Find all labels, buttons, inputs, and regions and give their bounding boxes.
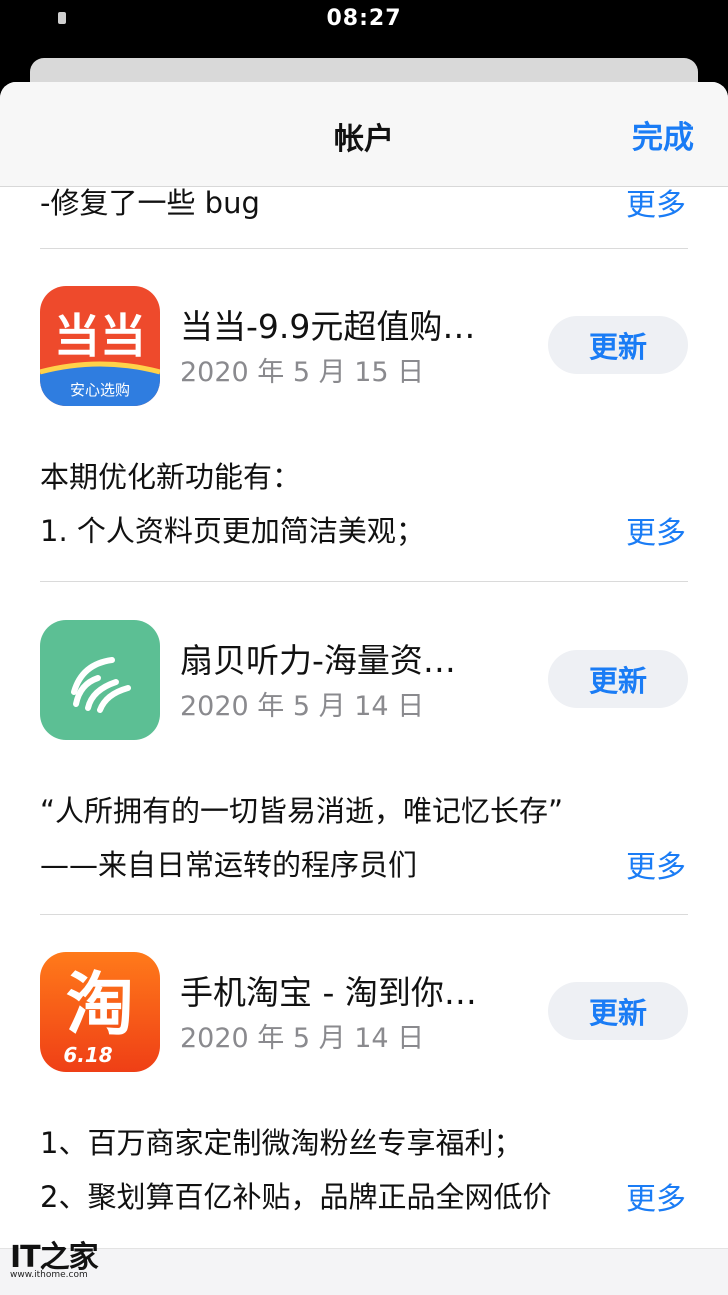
update-button-shanbay[interactable]: 更新 — [548, 650, 688, 708]
dangdang-app-icon[interactable]: 当当 安心选购 — [40, 286, 160, 406]
dangdang-icon-text: 当当 — [54, 309, 146, 363]
release-note-line: ——来自日常运转的程序员们 — [40, 848, 418, 882]
release-note-line: -修复了一些 bug — [40, 186, 260, 220]
app-row-dangdang[interactable]: 当当 安心选购 当当-9.9元超值购… 2020 年 5 月 15 日 更新 — [0, 286, 728, 416]
ithome-url: www.ithome.com — [10, 1270, 88, 1280]
app-row-shanbay[interactable]: 扇贝听力-海量资… 2020 年 5 月 14 日 更新 — [0, 620, 728, 750]
page-title: 帐户 — [334, 122, 394, 157]
taobao-icon-subtext: 6.18 — [63, 1043, 112, 1067]
status-bar: 08:27 — [0, 0, 728, 60]
app-row-taobao[interactable]: 淘 6.18 手机淘宝 - 淘到你… 2020 年 5 月 14 日 更新 — [0, 952, 728, 1082]
update-button-taobao[interactable]: 更新 — [548, 982, 688, 1040]
app-date: 2020 年 5 月 14 日 — [180, 1023, 425, 1054]
done-button[interactable]: 完成 — [632, 112, 694, 157]
taobao-app-icon[interactable]: 淘 6.18 — [40, 952, 160, 1072]
app-name[interactable]: 手机淘宝 - 淘到你… — [180, 966, 477, 1014]
divider — [40, 914, 688, 915]
more-link[interactable]: 更多 — [626, 842, 686, 886]
status-time: 08:27 — [326, 6, 402, 31]
app-name[interactable]: 当当-9.9元超值购… — [180, 300, 475, 348]
divider — [40, 248, 688, 249]
app-date: 2020 年 5 月 14 日 — [180, 691, 425, 722]
release-note-line: “人所拥有的一切皆易消逝，唯记忆长存” — [40, 794, 564, 828]
taobao-icon-text: 淘 — [66, 966, 134, 1045]
account-sheet: 帐户 完成 -修复了一些 bug 更多 当当 安心选购 当当-9.9元超值购… … — [0, 82, 728, 1294]
app-name[interactable]: 扇贝听力-海量资… — [180, 634, 456, 682]
release-note-line: 2、聚划算百亿补贴，品牌正品全网低价 — [40, 1180, 552, 1214]
update-button-dangdang[interactable]: 更新 — [548, 316, 688, 374]
release-note-line: 1. 个人资料页更加简洁美观； — [40, 514, 425, 548]
ithome-watermark: IT之家 www.ithome.com — [10, 1232, 100, 1287]
text-fade — [568, 1172, 618, 1216]
release-note-line: 本期优化新功能有： — [40, 460, 302, 494]
more-link[interactable]: 更多 — [626, 180, 686, 224]
nav-bar: 帐户 完成 — [0, 82, 728, 187]
release-note-line: 1、百万商家定制微淘粉丝专享福利； — [40, 1126, 523, 1160]
app-date: 2020 年 5 月 15 日 — [180, 357, 425, 388]
more-link[interactable]: 更多 — [626, 1174, 686, 1218]
more-link[interactable]: 更多 — [626, 508, 686, 552]
bottom-band — [0, 1248, 728, 1295]
shanbay-listening-app-icon[interactable] — [40, 620, 160, 740]
divider — [40, 581, 688, 582]
dangdang-icon-subtext: 安心选购 — [70, 381, 130, 399]
